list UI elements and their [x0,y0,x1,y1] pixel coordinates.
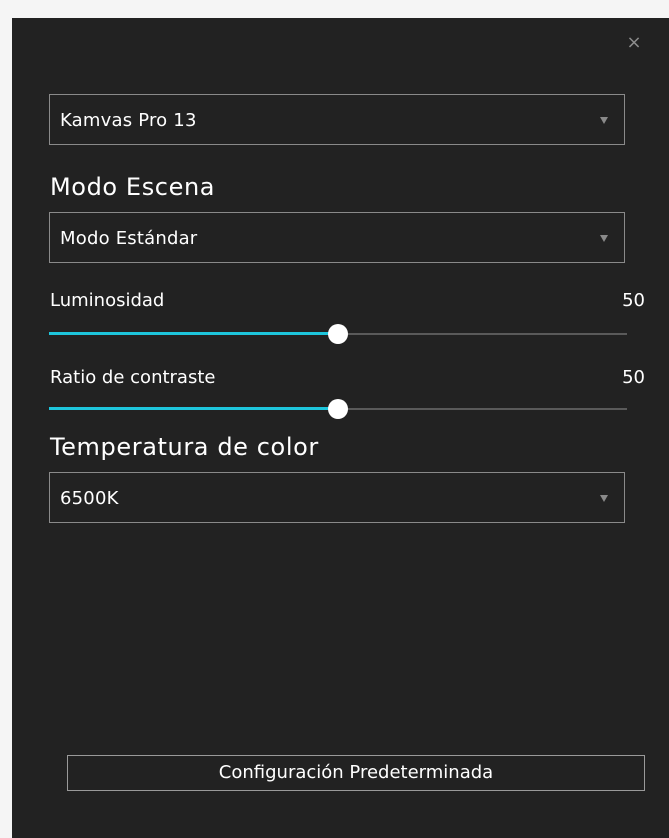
device-select[interactable]: Kamvas Pro 13 [49,94,625,145]
slider-fill [49,407,338,410]
scene-mode-select-value: Modo Estándar [60,228,198,249]
brightness-label: Luminosidad [50,290,165,311]
scene-mode-title: Modo Escena [50,173,216,201]
color-temperature-select-value: 6500K [60,488,119,509]
color-temperature-select[interactable]: 6500K [49,472,625,523]
contrast-label: Ratio de contraste [50,367,216,388]
brightness-slider[interactable] [49,324,627,344]
close-icon[interactable]: × [625,34,643,52]
scene-mode-select[interactable]: Modo Estándar [49,212,625,263]
slider-fill [49,332,338,335]
device-select-value: Kamvas Pro 13 [60,110,197,131]
dropdown-arrow-icon [600,495,608,502]
slider-thumb[interactable] [328,399,348,419]
dropdown-arrow-icon [600,117,608,124]
reset-defaults-button[interactable]: Configuración Predeterminada [67,755,645,791]
display-settings-panel: × Kamvas Pro 13 Modo Escena Modo Estánda… [12,18,669,838]
dropdown-arrow-icon [600,235,608,242]
contrast-slider[interactable] [49,399,627,419]
slider-thumb[interactable] [328,324,348,344]
contrast-value: 50 [622,367,645,388]
brightness-value: 50 [622,290,645,311]
color-temperature-title: Temperatura de color [50,433,319,461]
